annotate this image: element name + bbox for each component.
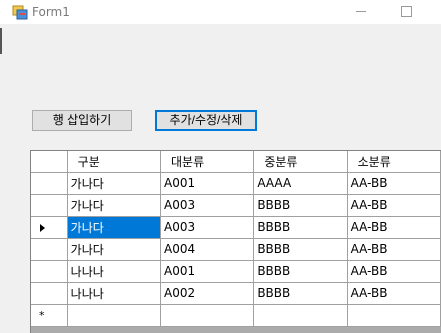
column-header-middle[interactable]: 중분류 — [253, 151, 348, 173]
table-row[interactable]: 가나다 A004 BBBB AA-BB — [31, 238, 441, 261]
column-header-major[interactable]: 대분류 — [160, 151, 255, 173]
grid-cell-selected[interactable]: 가나다 — [67, 216, 162, 239]
grid-corner-header[interactable] — [31, 151, 68, 173]
minimize-icon — [356, 11, 366, 12]
column-header-minor[interactable]: 소분류 — [347, 151, 441, 173]
window-edge — [0, 28, 2, 54]
current-row-arrow-icon — [40, 223, 45, 232]
grid-cell[interactable]: AA-BB — [347, 216, 441, 239]
maximize-icon — [401, 6, 412, 17]
grid-cell[interactable]: AAAA — [253, 172, 348, 195]
row-header-new[interactable]: * — [31, 304, 68, 327]
grid-cell[interactable]: AA-BB — [347, 194, 441, 217]
add-edit-delete-button[interactable]: 추가/수정/삭제 — [155, 110, 257, 131]
row-header[interactable] — [31, 172, 68, 195]
grid-header-row: 구분 대분류 중분류 소분류 — [31, 151, 441, 173]
grid-cell[interactable]: AA-BB — [347, 282, 441, 305]
grid-cell-new[interactable] — [67, 304, 162, 327]
minimize-button[interactable] — [338, 0, 384, 24]
grid-cell-new[interactable] — [347, 304, 441, 327]
grid-cell[interactable]: A002 — [160, 282, 255, 305]
grid-cell[interactable]: 가나다 — [67, 172, 162, 195]
table-row[interactable]: 나나나 A002 BBBB AA-BB — [31, 282, 441, 305]
grid-cell[interactable]: AA-BB — [347, 260, 441, 283]
grid-cell[interactable]: BBBB — [253, 216, 348, 239]
grid-cell[interactable]: 나나나 — [67, 282, 162, 305]
row-header[interactable] — [31, 238, 68, 261]
row-header[interactable] — [31, 194, 68, 217]
table-row[interactable]: 나나나 A001 BBBB AA-BB — [31, 260, 441, 283]
grid-cell[interactable]: AA-BB — [347, 172, 441, 195]
row-header[interactable] — [31, 282, 68, 305]
grid-cell[interactable]: BBBB — [253, 194, 348, 217]
insert-row-button[interactable]: 행 삽입하기 — [32, 110, 132, 131]
data-grid[interactable]: 구분 대분류 중분류 소분류 가나다 A001 AAAA AA-BB 가나다 A… — [30, 150, 441, 333]
new-row[interactable]: * — [31, 304, 441, 327]
grid-cell-new[interactable] — [253, 304, 348, 327]
grid-cell[interactable]: 나나나 — [67, 260, 162, 283]
row-header-current[interactable] — [31, 216, 68, 239]
grid-cell[interactable]: BBBB — [253, 282, 348, 305]
grid-cell[interactable]: A001 — [160, 260, 255, 283]
grid-cell[interactable]: BBBB — [253, 260, 348, 283]
grid-cell[interactable]: BBBB — [253, 238, 348, 261]
table-row[interactable]: 가나다 A003 BBBB AA-BB — [31, 194, 441, 217]
app-icon — [12, 5, 28, 20]
new-row-marker: * — [39, 308, 45, 322]
maximize-button[interactable] — [384, 0, 430, 24]
row-header[interactable] — [31, 260, 68, 283]
grid-cell[interactable]: A004 — [160, 238, 255, 261]
grid-cell[interactable]: 가나다 — [67, 238, 162, 261]
table-row-current[interactable]: 가나다 A003 BBBB AA-BB — [31, 216, 441, 239]
title-bar: Form1 — [0, 0, 441, 24]
grid-cell[interactable]: AA-BB — [347, 238, 441, 261]
column-header-category[interactable]: 구분 — [67, 151, 162, 173]
grid-cell-new[interactable] — [160, 304, 255, 327]
grid-cell[interactable]: A001 — [160, 172, 255, 195]
table-row[interactable]: 가나다 A001 AAAA AA-BB — [31, 172, 441, 195]
grid-cell[interactable]: A003 — [160, 216, 255, 239]
window-title: Form1 — [32, 5, 70, 19]
grid-cell[interactable]: A003 — [160, 194, 255, 217]
grid-cell[interactable]: 가나다 — [67, 194, 162, 217]
